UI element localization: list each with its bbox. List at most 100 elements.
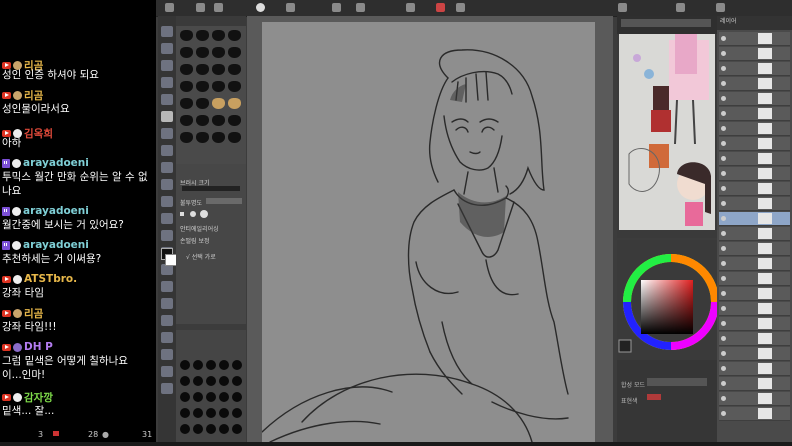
brush-preset-icon[interactable] — [196, 98, 209, 109]
layer-row[interactable] — [719, 407, 790, 421]
brush-preset-icon[interactable] — [180, 81, 193, 92]
tool-icon[interactable] — [161, 298, 173, 309]
brush-size-preset[interactable] — [219, 408, 229, 418]
tool-icon[interactable] — [286, 3, 295, 12]
brush-preset-icon[interactable] — [180, 132, 193, 143]
brush-preset-icon[interactable] — [180, 30, 193, 41]
tool-icon[interactable] — [161, 196, 173, 207]
eye-icon[interactable] — [721, 396, 726, 401]
brush-size-preset[interactable] — [206, 424, 216, 434]
brush-preset-icon[interactable] — [196, 115, 209, 126]
layer-row[interactable] — [719, 137, 790, 151]
eye-icon[interactable] — [721, 321, 726, 326]
tool-icon[interactable] — [161, 26, 173, 37]
brush-preset-icon[interactable] — [228, 98, 241, 109]
brush-preset-icon[interactable] — [212, 132, 225, 143]
tool-icon[interactable] — [214, 3, 223, 12]
tool-icon[interactable] — [161, 43, 173, 54]
eye-icon[interactable] — [256, 3, 265, 12]
tool-icon[interactable] — [161, 111, 173, 122]
eye-icon[interactable] — [721, 231, 726, 236]
tool-icon[interactable] — [332, 3, 341, 12]
eye-icon[interactable] — [721, 201, 726, 206]
tool-icon[interactable] — [406, 3, 415, 12]
tool-icon[interactable] — [676, 3, 685, 12]
brush-size-preset[interactable] — [206, 360, 216, 370]
layer-row[interactable] — [719, 377, 790, 391]
layer-row[interactable] — [719, 392, 790, 406]
brush-preset-icon[interactable] — [228, 64, 241, 75]
tool-icon[interactable] — [161, 162, 173, 173]
eye-icon[interactable] — [721, 126, 726, 131]
tool-icon[interactable] — [161, 230, 173, 241]
layer-row[interactable] — [719, 62, 790, 76]
eye-icon[interactable] — [721, 111, 726, 116]
brush-tip-icon[interactable] — [200, 210, 208, 218]
brush-preset-icon[interactable] — [196, 81, 209, 92]
sub-tool-tabs[interactable] — [176, 16, 246, 26]
brush-preset-icon[interactable] — [228, 30, 241, 41]
tool-icon[interactable] — [436, 3, 445, 12]
tool-icon[interactable] — [165, 3, 174, 12]
brush-preset-icon[interactable] — [212, 115, 225, 126]
brush-size-preset[interactable] — [232, 360, 242, 370]
eye-icon[interactable] — [721, 186, 726, 191]
layer-row[interactable] — [719, 302, 790, 316]
drawing-canvas[interactable] — [261, 22, 595, 443]
navigator-tabs[interactable] — [617, 16, 717, 34]
tool-icon[interactable] — [161, 94, 173, 105]
layer-row[interactable] — [719, 197, 790, 211]
layer-row[interactable] — [719, 92, 790, 106]
tool-icon[interactable] — [161, 383, 173, 394]
brush-preset-icon[interactable] — [228, 47, 241, 58]
brush-size-preset[interactable] — [180, 392, 190, 402]
eye-icon[interactable] — [721, 246, 726, 251]
tool-icon[interactable] — [161, 366, 173, 377]
brush-preset-icon[interactable] — [180, 64, 193, 75]
brush-preset-icon[interactable] — [212, 30, 225, 41]
tool-icon[interactable] — [161, 281, 173, 292]
eye-icon[interactable] — [721, 36, 726, 41]
eye-icon[interactable] — [721, 141, 726, 146]
brush-size-preset[interactable] — [180, 424, 190, 434]
brush-size-preset[interactable] — [193, 408, 203, 418]
brush-size-preset[interactable] — [232, 392, 242, 402]
tool-icon[interactable] — [161, 128, 173, 139]
eye-icon[interactable] — [721, 306, 726, 311]
tool-icon[interactable] — [716, 3, 725, 12]
brush-size-preset[interactable] — [193, 376, 203, 386]
brush-size-preset[interactable] — [232, 424, 242, 434]
tool-icon[interactable] — [356, 3, 365, 12]
layer-row[interactable] — [719, 347, 790, 361]
tool-icon[interactable] — [161, 145, 173, 156]
brush-size-preset[interactable] — [193, 360, 203, 370]
brush-size-preset[interactable] — [219, 360, 229, 370]
tool-icon[interactable] — [161, 315, 173, 326]
expression-color-swatch[interactable] — [647, 394, 661, 400]
brush-preset-icon[interactable] — [196, 47, 209, 58]
eye-icon[interactable] — [721, 351, 726, 356]
eye-icon[interactable] — [721, 366, 726, 371]
eye-icon[interactable] — [721, 66, 726, 71]
layer-row[interactable] — [719, 107, 790, 121]
eye-icon[interactable] — [721, 156, 726, 161]
eye-icon[interactable] — [721, 51, 726, 56]
brush-size-preset[interactable] — [180, 408, 190, 418]
eye-icon[interactable] — [721, 261, 726, 266]
tool-icon[interactable] — [196, 3, 205, 12]
brush-preset-icon[interactable] — [212, 98, 225, 109]
brush-size-preset[interactable] — [219, 376, 229, 386]
eye-icon[interactable] — [721, 381, 726, 386]
opacity-slider[interactable] — [206, 198, 242, 204]
brush-tip-icon[interactable] — [190, 211, 196, 217]
layer-row[interactable] — [719, 77, 790, 91]
brush-size-preset[interactable] — [193, 392, 203, 402]
eye-icon[interactable] — [721, 216, 726, 221]
brush-size-preset[interactable] — [232, 408, 242, 418]
layer-row[interactable] — [719, 227, 790, 241]
blend-mode-select[interactable] — [647, 378, 707, 386]
tool-icon[interactable] — [161, 179, 173, 190]
layer-row[interactable] — [719, 287, 790, 301]
eye-icon[interactable] — [721, 411, 726, 416]
brush-preset-icon[interactable] — [228, 132, 241, 143]
